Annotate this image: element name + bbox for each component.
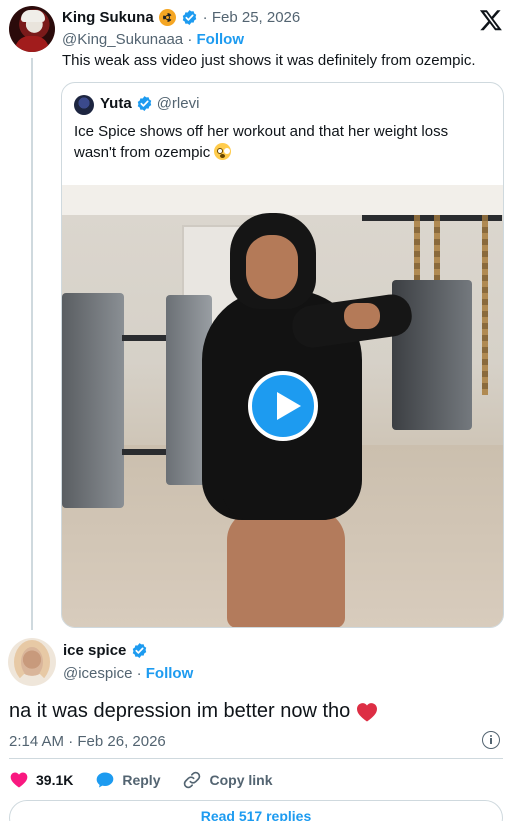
display-name[interactable]: King Sukuna <box>62 9 154 26</box>
quoted-display-name[interactable]: Yuta <box>100 95 132 112</box>
video-ceiling <box>62 185 503 215</box>
divider <box>9 758 503 759</box>
verified-icon <box>182 10 196 25</box>
video-rack <box>362 215 502 275</box>
tweet-date[interactable]: · Feb 25, 2026 <box>203 9 301 26</box>
reply-icon <box>97 772 114 788</box>
quoted-tweet-card[interactable]: Yuta @rlevi Ice Spice shows off her work… <box>61 82 504 628</box>
radiation-icon <box>158 9 176 26</box>
video-player[interactable] <box>62 185 503 627</box>
flushed-face-icon <box>214 143 232 160</box>
quoted-author-row: Yuta @rlevi <box>100 95 199 112</box>
verified-icon <box>137 96 151 111</box>
tweet-text: This weak ass video just shows it was de… <box>62 52 476 69</box>
separator: · <box>132 665 146 682</box>
read-replies-button[interactable]: Read 517 replies <box>9 800 503 821</box>
follow-button[interactable]: Follow <box>146 665 194 682</box>
like-count: 39.1K <box>36 772 74 788</box>
play-icon[interactable] <box>248 371 318 441</box>
avatar-hair <box>14 640 50 684</box>
quoted-text-block: Ice Spice shows off her workout and that… <box>74 121 474 163</box>
avatar-coat <box>15 36 49 52</box>
reply-text-block: na it was depression im better now tho <box>9 700 378 723</box>
link-icon <box>184 771 201 789</box>
reply-button[interactable]: Reply <box>95 770 160 790</box>
avatar[interactable] <box>8 638 56 686</box>
reply-display-name[interactable]: ice spice <box>63 642 126 659</box>
x-logo-icon[interactable] <box>479 8 503 32</box>
video-rope <box>482 215 488 395</box>
video-person-hand <box>344 303 380 329</box>
reply-label: Reply <box>122 772 161 788</box>
quoted-avatar[interactable] <box>74 95 94 115</box>
reply-handle[interactable]: @icespice <box>63 665 132 682</box>
avatar[interactable] <box>9 6 55 52</box>
quoted-text: Ice Spice shows off her workout and that… <box>74 123 449 161</box>
handle-row: @King_Sukunaaa · Follow <box>62 31 244 48</box>
video-person-legs <box>227 510 345 627</box>
thread-connector-line <box>31 58 33 630</box>
reply-text: na it was depression im better now tho <box>9 700 351 722</box>
follow-button[interactable]: Follow <box>197 31 245 48</box>
handle[interactable]: @King_Sukunaaa <box>62 31 183 48</box>
reply-handle-row: @icespice · Follow <box>63 665 193 682</box>
tweet-author-row: King Sukuna · Feb 25, 2026 <box>62 9 300 26</box>
verified-icon <box>133 643 147 658</box>
separator: · <box>183 31 197 48</box>
reply-timestamp[interactable]: 2:14 AM · Feb 26, 2026 <box>9 733 166 750</box>
avatar-hair <box>21 10 45 22</box>
video-person-face <box>246 235 298 299</box>
copy-link-label: Copy link <box>209 772 273 788</box>
video-person-shorts <box>222 475 352 520</box>
like-button[interactable]: 39.1K <box>9 770 73 790</box>
red-heart-icon <box>357 702 378 722</box>
info-icon[interactable] <box>482 731 500 749</box>
video-gym-machine <box>62 293 124 508</box>
heart-icon <box>10 772 28 788</box>
reply-author-row: ice spice <box>63 642 148 659</box>
copy-link-button[interactable]: Copy link <box>182 770 273 790</box>
quoted-handle[interactable]: @rlevi <box>157 95 200 112</box>
action-bar: 39.1K Reply Copy link <box>9 770 273 790</box>
